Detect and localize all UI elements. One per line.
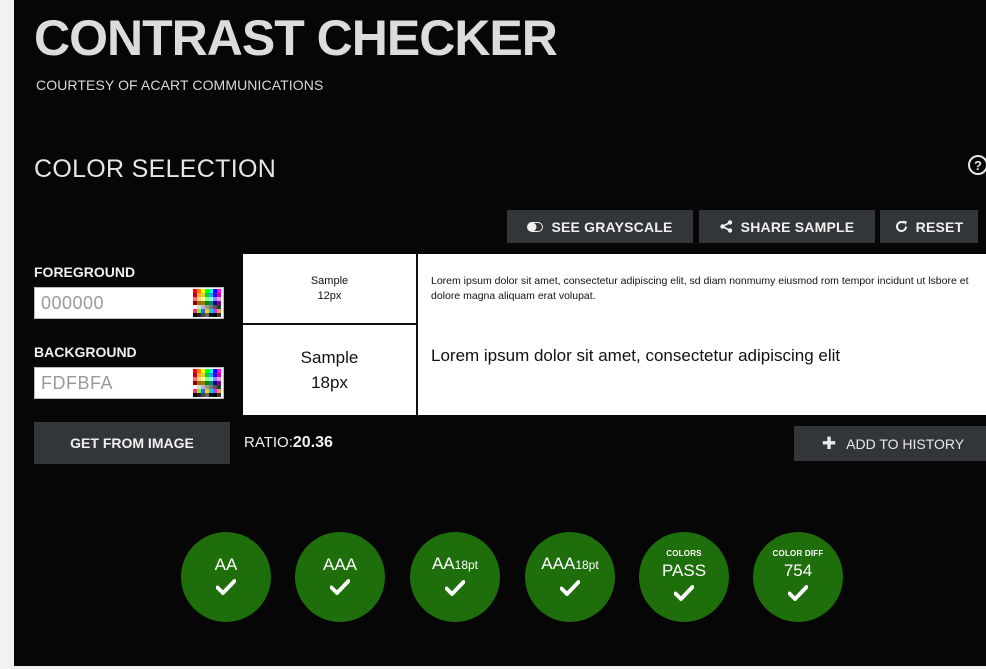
contrast-checker-page: CONTRAST CHECKER COURTESY OF ACART COMMU…: [0, 0, 986, 669]
checkmark-icon: [215, 579, 237, 600]
sample-large-text: Lorem ipsum dolor sit amet, consectetur …: [431, 346, 841, 365]
sample-18px-label: Sample: [300, 348, 359, 367]
plus-icon: ✚: [821, 433, 837, 453]
foreground-value[interactable]: 000000: [35, 293, 193, 314]
app-subtitle: COURTESY OF ACART COMMUNICATIONS: [36, 77, 324, 93]
contrast-ratio: RATIO:20.36: [244, 434, 333, 452]
contrast-toggle-icon: [527, 221, 544, 232]
result-badge: COLOR DIFF 754: [753, 532, 843, 622]
foreground-label: FOREGROUND: [34, 264, 136, 280]
see-grayscale-label: SEE GRAYSCALE: [551, 218, 673, 235]
share-sample-label: SHARE SAMPLE: [740, 218, 855, 235]
checkmark-icon: [329, 579, 351, 600]
add-to-history-label: ADD TO HISTORY: [846, 435, 965, 452]
sample-12px-size: 12px: [317, 289, 342, 302]
share-icon: [719, 220, 732, 233]
badge-level: AA: [214, 555, 238, 574]
sample-12px-label: Sample: [310, 274, 349, 287]
badge-label: AA18pt: [432, 553, 478, 576]
checkmark-icon: [673, 585, 695, 606]
badge-level: AA: [431, 554, 455, 573]
color-picker-icon[interactable]: [193, 369, 221, 397]
badge-level: AAA: [322, 555, 358, 574]
badge-level: PASS: [661, 561, 707, 580]
sample-12px-cell: Sample 12px: [243, 254, 418, 325]
badge-label: AA: [215, 554, 238, 575]
badge-level: 754: [783, 561, 813, 580]
help-circle-icon[interactable]: ?: [968, 155, 986, 175]
result-badge: COLORS PASS: [639, 532, 729, 622]
sample-18px-size: 18px: [311, 373, 348, 392]
sample-small-text: Lorem ipsum dolor sit amet, consectetur …: [431, 275, 969, 302]
get-from-image-button[interactable]: GET FROM IMAGE: [34, 422, 230, 464]
result-badge: AA: [181, 532, 271, 622]
ratio-label: RATIO:: [244, 434, 293, 451]
add-to-history-button[interactable]: ✚ ADD TO HISTORY: [794, 426, 986, 461]
badge-level: AAA: [541, 554, 576, 573]
reset-label: RESET: [915, 218, 964, 235]
checkmark-icon: [444, 580, 466, 601]
sample-preview: Sample 12px Sample 18px Lorem ipsum dolo…: [243, 254, 986, 415]
badge-label: 754: [784, 560, 812, 581]
section-title: COLOR SELECTION: [34, 155, 277, 183]
app-title: CONTRAST CHECKER: [34, 10, 558, 66]
badge-label: AAA: [323, 554, 357, 575]
ratio-value: 20.36: [292, 434, 333, 451]
badge-size: 18pt: [575, 558, 599, 572]
badge-caption: COLORS: [666, 549, 702, 558]
checkmark-icon: [559, 580, 581, 601]
refresh-icon: [895, 220, 907, 232]
badge-label: PASS: [662, 560, 706, 581]
badge-size: 18pt: [454, 558, 479, 572]
reset-button[interactable]: RESET: [880, 210, 978, 243]
see-grayscale-button[interactable]: SEE GRAYSCALE: [507, 210, 693, 243]
result-badge: AAA18pt: [525, 532, 615, 622]
result-badge: AA18pt: [410, 532, 500, 622]
color-picker-icon[interactable]: [193, 289, 221, 317]
checkmark-icon: [787, 585, 809, 606]
foreground-field[interactable]: 000000: [34, 287, 224, 319]
badge-label: AAA18pt: [541, 553, 598, 576]
background-label: BACKGROUND: [34, 344, 137, 360]
share-sample-button[interactable]: SHARE SAMPLE: [699, 210, 875, 243]
badge-caption: COLOR DIFF: [772, 549, 824, 558]
background-field[interactable]: FDFBFA: [34, 367, 224, 399]
background-value[interactable]: FDFBFA: [35, 373, 193, 394]
result-badge: AAA: [295, 532, 385, 622]
sample-18px-cell: Sample 18px: [243, 325, 418, 415]
